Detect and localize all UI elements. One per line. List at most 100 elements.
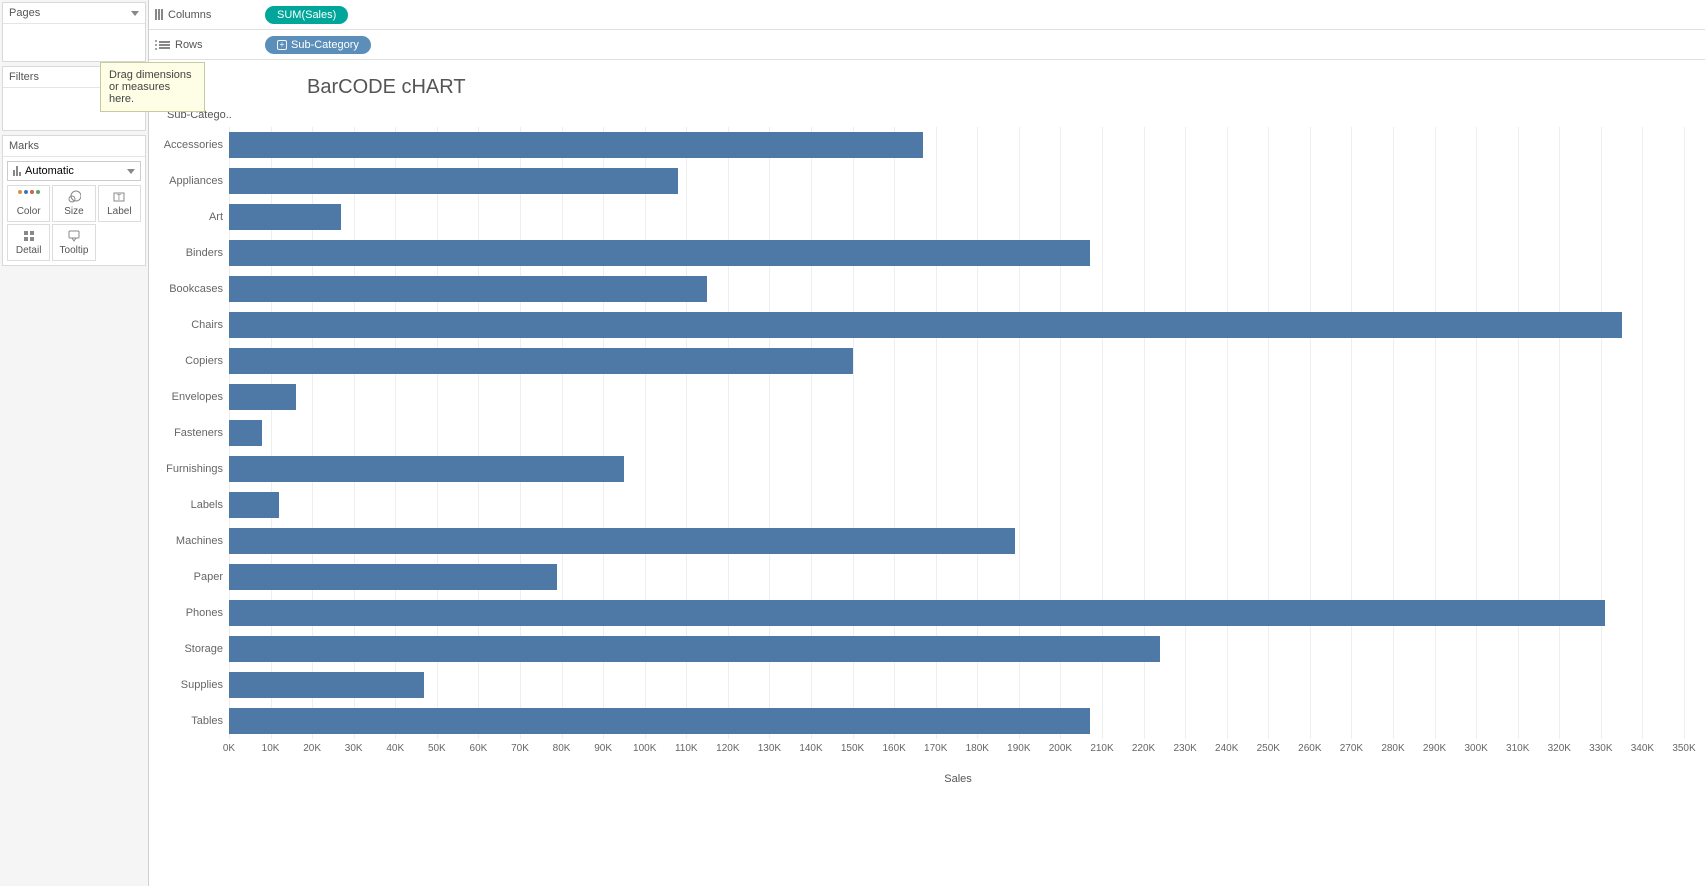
x-tick: 160K <box>882 743 906 754</box>
mark-type-value: Automatic <box>25 165 74 177</box>
chart: AccessoriesAppliancesArtBindersBookcases… <box>159 127 1687 785</box>
left-panel: Pages Filters Marks Automatic Color <box>0 0 148 886</box>
chevron-down-icon[interactable] <box>131 11 139 16</box>
row-label-appliances[interactable]: Appliances <box>159 163 229 199</box>
label-icon: T <box>101 190 138 204</box>
marks-detail-button[interactable]: Detail <box>7 224 50 261</box>
bar-copiers[interactable] <box>229 348 853 374</box>
columns-pill-sales[interactable]: SUM(Sales) <box>265 6 348 24</box>
bar-bookcases[interactable] <box>229 276 707 302</box>
bar-labels[interactable] <box>229 492 279 518</box>
row-label-tables[interactable]: Tables <box>159 703 229 739</box>
marks-color-button[interactable]: Color <box>7 185 50 222</box>
x-tick: 50K <box>425 743 449 754</box>
bar-fasteners[interactable] <box>229 420 262 446</box>
x-tick: 300K <box>1464 743 1488 754</box>
x-tick: 210K <box>1090 743 1114 754</box>
bar-accessories[interactable] <box>229 132 923 158</box>
row-label-labels[interactable]: Labels <box>159 487 229 523</box>
row-label-accessories[interactable]: Accessories <box>159 127 229 163</box>
bar-appliances[interactable] <box>229 168 678 194</box>
row-label-envelopes[interactable]: Envelopes <box>159 379 229 415</box>
x-tick: 330K <box>1589 743 1613 754</box>
marks-detail-label: Detail <box>16 245 42 256</box>
x-tick: 310K <box>1506 743 1530 754</box>
bar-paper[interactable] <box>229 564 557 590</box>
x-tick: 270K <box>1339 743 1363 754</box>
row-label-bookcases[interactable]: Bookcases <box>159 271 229 307</box>
x-axis-label: Sales <box>229 773 1687 785</box>
columns-shelf-label: Columns <box>168 9 211 21</box>
row-label-fasteners[interactable]: Fasteners <box>159 415 229 451</box>
x-tick: 180K <box>965 743 989 754</box>
marks-label: Marks <box>9 140 39 152</box>
x-tick: 190K <box>1007 743 1031 754</box>
x-tick: 80K <box>550 743 574 754</box>
bar-art[interactable] <box>229 204 341 230</box>
x-tick: 320K <box>1547 743 1571 754</box>
row-label-phones[interactable]: Phones <box>159 595 229 631</box>
row-label-machines[interactable]: Machines <box>159 523 229 559</box>
tooltip-icon <box>55 229 92 243</box>
x-tick: 110K <box>674 743 698 754</box>
rows-icon <box>155 40 170 50</box>
rows-pill-subcategory[interactable]: + Sub-Category <box>265 36 371 54</box>
bar-envelopes[interactable] <box>229 384 296 410</box>
x-tick: 350K <box>1672 743 1696 754</box>
marks-tooltip-button[interactable]: Tooltip <box>52 224 95 261</box>
row-label-copiers[interactable]: Copiers <box>159 343 229 379</box>
row-label-paper[interactable]: Paper <box>159 559 229 595</box>
rows-shelf[interactable]: Rows + Sub-Category <box>149 30 1705 60</box>
pages-shelf[interactable]: Pages <box>2 2 146 62</box>
bar-storage[interactable] <box>229 636 1160 662</box>
rows-shelf-label: Rows <box>175 39 203 51</box>
x-tick: 200K <box>1048 743 1072 754</box>
marks-size-button[interactable]: Size <box>52 185 95 222</box>
tooltip-line2: or measures here. <box>109 81 196 105</box>
row-label-furnishings[interactable]: Furnishings <box>159 451 229 487</box>
bar-supplies[interactable] <box>229 672 424 698</box>
expand-icon: + <box>277 40 287 50</box>
tooltip-line1: Drag dimensions <box>109 69 196 81</box>
plot-area[interactable]: 0K10K20K30K40K50K60K70K80K90K100K110K120… <box>229 127 1687 785</box>
x-tick: 240K <box>1215 743 1239 754</box>
worksheet-area: Columns SUM(Sales) Rows + Sub-Category B… <box>148 0 1705 886</box>
bar-machines[interactable] <box>229 528 1015 554</box>
marks-tooltip-label: Tooltip <box>60 245 89 256</box>
row-label-storage[interactable]: Storage <box>159 631 229 667</box>
bar-phones[interactable] <box>229 600 1605 626</box>
x-tick: 140K <box>799 743 823 754</box>
x-tick: 0K <box>217 743 241 754</box>
detail-icon <box>10 229 47 243</box>
bar-furnishings[interactable] <box>229 456 624 482</box>
x-tick: 170K <box>924 743 948 754</box>
chart-title[interactable]: BarCODE cHART <box>307 76 1687 99</box>
row-label-supplies[interactable]: Supplies <box>159 667 229 703</box>
svg-text:T: T <box>117 193 122 202</box>
mark-type-dropdown[interactable]: Automatic <box>7 161 141 181</box>
row-label-binders[interactable]: Binders <box>159 235 229 271</box>
bar-chairs[interactable] <box>229 312 1622 338</box>
bar-binders[interactable] <box>229 240 1090 266</box>
x-tick: 30K <box>342 743 366 754</box>
marks-card: Marks Automatic Color Size <box>2 135 146 266</box>
x-tick: 280K <box>1381 743 1405 754</box>
x-tick: 230K <box>1173 743 1197 754</box>
x-tick: 250K <box>1256 743 1280 754</box>
pill-text: SUM(Sales) <box>277 9 336 21</box>
columns-shelf[interactable]: Columns SUM(Sales) <box>149 0 1705 30</box>
row-label-art[interactable]: Art <box>159 199 229 235</box>
marks-label-button[interactable]: T Label <box>98 185 141 222</box>
marks-color-label: Color <box>17 206 41 217</box>
x-tick: 120K <box>716 743 740 754</box>
x-tick: 60K <box>466 743 490 754</box>
x-tick: 290K <box>1423 743 1447 754</box>
size-icon <box>55 190 92 204</box>
x-tick: 150K <box>841 743 865 754</box>
row-label-chairs[interactable]: Chairs <box>159 307 229 343</box>
x-tick: 70K <box>508 743 532 754</box>
columns-icon <box>155 9 163 20</box>
bar-tables[interactable] <box>229 708 1090 734</box>
marks-label-label: Label <box>107 206 131 217</box>
x-tick: 20K <box>300 743 324 754</box>
